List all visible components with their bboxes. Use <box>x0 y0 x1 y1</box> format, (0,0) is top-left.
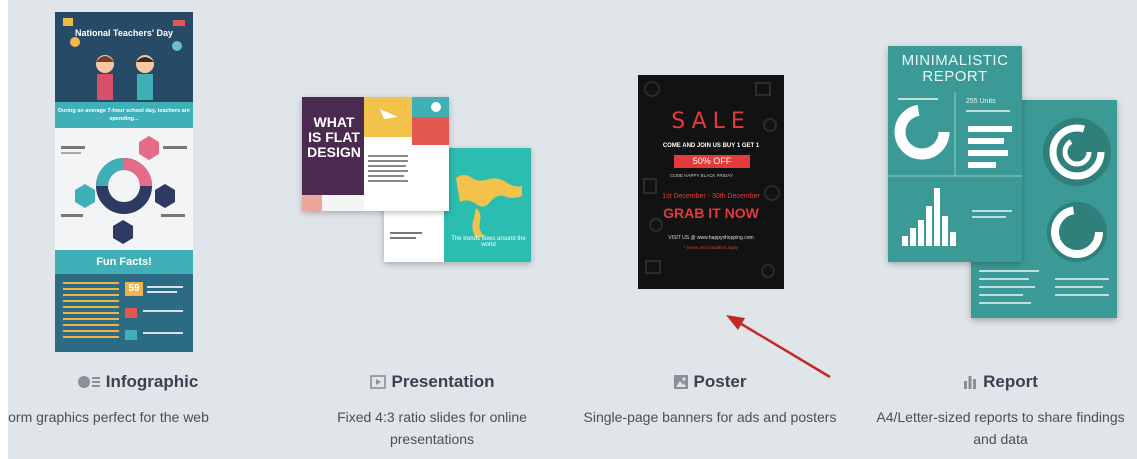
card-title-text: Poster <box>693 372 747 391</box>
poster-background <box>643 81 780 278</box>
poster-headline: SALE <box>671 109 751 134</box>
poster-badge: 50% OFF <box>674 155 750 168</box>
card-poster[interactable]: SALE COME AND JOIN US BUY 1 GET 1 50% OF… <box>576 0 844 459</box>
report-page-1[interactable]: MINIMALISTIC REPORT 255 Units <box>888 46 1022 262</box>
infographic-stat-value: 59 <box>128 283 140 294</box>
infographic-band: During an average 7-hour school day, tea… <box>55 102 193 128</box>
card-title[interactable]: Presentation <box>302 372 562 394</box>
poster-dates: 1st December - 30th December <box>662 193 760 200</box>
card-description: Single-page banners for ads and posters <box>583 409 837 425</box>
card-title-text: Report <box>983 372 1038 391</box>
report-units: 255 Units <box>966 98 996 105</box>
card-presentation[interactable]: The trends flows around the world WHAT I… <box>302 0 562 459</box>
poster-visit: VISIT US @ www.happyshopping.com <box>668 235 754 241</box>
infographic-facts-section: 59 <box>55 274 193 352</box>
card-title-text: Infographic <box>105 372 199 391</box>
donut-chart-icon <box>61 136 187 244</box>
report-page-graphics <box>888 92 1022 246</box>
infographic-icon <box>77 374 100 394</box>
bar-chart-icon <box>963 374 977 394</box>
presentation-icon <box>369 374 386 394</box>
card-description: ng-form graphics perfect for the web <box>8 409 209 425</box>
presentation-slide-1[interactable]: WHAT IS FLAT DESIGN <box>302 97 449 211</box>
card-report[interactable]: MINIMALISTIC REPORT 255 Units Report A4/… <box>864 0 1137 459</box>
teachers-illustration <box>63 18 185 100</box>
card-title[interactable]: Infographic <box>8 372 268 394</box>
people-grid-icon <box>63 282 183 340</box>
card-title[interactable]: Poster <box>576 372 844 394</box>
slide-caption: The trends flows around the world <box>451 236 526 248</box>
card-title-text: Presentation <box>391 372 495 391</box>
slide-title: WHAT IS FLAT DESIGN <box>307 114 361 160</box>
infographic-fun-facts: Fun Facts! <box>55 250 193 274</box>
card-description: Fixed 4:3 ratio slides for online presen… <box>302 406 562 450</box>
image-icon <box>673 374 688 394</box>
card-description: A4/Letter-sized reports to share finding… <box>864 406 1137 450</box>
card-title[interactable]: Report <box>864 372 1137 394</box>
card-description-text: Fixed 4:3 ratio slides for online presen… <box>337 409 527 447</box>
infographic-header: National Teachers' Day <box>55 12 193 104</box>
poster-cta: GRAB IT NOW <box>663 205 759 221</box>
poster-thumbnail[interactable]: SALE COME AND JOIN US BUY 1 GET 1 50% OF… <box>638 75 784 289</box>
templates-panel: National Teachers' Day During an average… <box>8 0 1137 459</box>
poster-terms: * terms and condition apply <box>683 245 739 250</box>
card-description-text: A4/Letter-sized reports to share finding… <box>876 409 1125 447</box>
infographic-thumbnail[interactable]: National Teachers' Day During an average… <box>55 12 193 352</box>
card-infographic[interactable]: National Teachers' Day During an average… <box>8 0 268 459</box>
poster-line-1: COME AND JOIN US BUY 1 GET 1 <box>662 143 760 149</box>
infographic-stats <box>55 128 193 250</box>
poster-line-2: CODE HAPPY BLACK FRIDAY <box>670 173 733 178</box>
